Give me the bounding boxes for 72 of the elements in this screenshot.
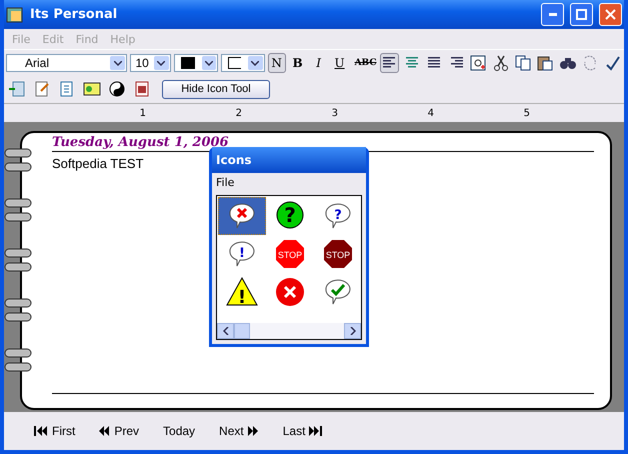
size-dropdown[interactable]: 10 (130, 54, 171, 72)
minimize-button[interactable] (541, 3, 564, 26)
align-justify-icon (426, 57, 441, 69)
spiral-ring-icon (4, 311, 34, 323)
prev-button[interactable]: Prev (97, 422, 142, 440)
caret-icon (110, 56, 126, 70)
align-center-icon (404, 57, 419, 69)
font-dropdown[interactable]: Arial (6, 54, 128, 72)
stop-sign-icon: STOP (322, 238, 354, 270)
icon-cell[interactable] (218, 197, 266, 235)
notebook-icon (6, 6, 24, 24)
color-swatch-icon (228, 57, 242, 69)
page-text: Softpedia TEST (52, 156, 144, 171)
maximize-button[interactable] (570, 3, 593, 26)
warning-icon: ! (226, 276, 258, 308)
window-title: Icons (216, 153, 252, 167)
format-button[interactable]: I (310, 53, 328, 73)
skip-back-icon (34, 426, 48, 436)
cut-button[interactable] (491, 53, 510, 73)
spiral-ring-icon (4, 347, 34, 359)
format-button[interactable]: U (330, 53, 349, 73)
icon-cell[interactable]: ! (218, 273, 266, 311)
spiral-ring-icon (4, 161, 34, 173)
spiral-ring-icon (4, 211, 34, 223)
copy-button[interactable] (513, 53, 533, 73)
icon-cell[interactable]: ? (266, 197, 314, 235)
text-color-dropdown[interactable] (174, 54, 218, 72)
ruler-number: 1 (140, 108, 146, 118)
align-right-icon (449, 57, 464, 69)
format-button[interactable]: B (288, 53, 307, 73)
ruler-number: 2 (236, 108, 242, 118)
spiral-ring-icon (4, 261, 34, 273)
first-button[interactable]: First (32, 422, 78, 440)
window-title: Its Personal (30, 7, 118, 22)
skip-forward-icon (309, 426, 324, 436)
caret-icon (154, 56, 169, 70)
scrollbar[interactable] (217, 323, 361, 339)
color-swatch-icon (180, 57, 196, 69)
last-button[interactable]: Last (280, 422, 326, 440)
ruler-number: 5 (524, 108, 530, 118)
spiral-ring-icon (4, 361, 34, 373)
menu-item[interactable]: File (212, 173, 366, 195)
caret-icon (248, 56, 263, 70)
error-icon (274, 276, 306, 308)
icon-cell[interactable]: STOP (314, 235, 362, 273)
icon-cell[interactable]: ? (314, 197, 362, 235)
ruler-number: 3 (332, 108, 338, 118)
hide-icon-tool-button[interactable]: Hide Icon Tool (162, 80, 270, 98)
spiral-ring-icon (4, 197, 34, 209)
minimize-icon (548, 13, 556, 16)
rewind-icon (99, 426, 110, 436)
format-button[interactable]: ABC (352, 53, 377, 73)
scrollbar-thumb[interactable] (234, 323, 250, 339)
next-button[interactable]: Next (217, 422, 261, 440)
icon-cell[interactable]: STOP (266, 235, 314, 273)
maximize-icon (576, 9, 587, 20)
ruler-number: 4 (428, 108, 434, 118)
background-color-dropdown[interactable] (220, 54, 265, 72)
format-button[interactable]: N (268, 53, 286, 73)
close-icon (605, 9, 616, 20)
fast-forward-icon (248, 426, 259, 436)
align-left-icon (382, 57, 396, 69)
close-button[interactable] (599, 3, 622, 26)
align-left-button[interactable] (380, 53, 399, 73)
insert-text-button[interactable] (468, 53, 488, 73)
spiral-ring-icon (4, 247, 34, 259)
spiral-ring-icon (4, 147, 34, 159)
stop-sign-icon: STOP (274, 238, 306, 270)
today-button[interactable]: Today (161, 422, 198, 440)
caret-icon (202, 56, 216, 70)
spiral-ring-icon (4, 297, 34, 309)
icon-cell[interactable]: ! (218, 235, 266, 273)
